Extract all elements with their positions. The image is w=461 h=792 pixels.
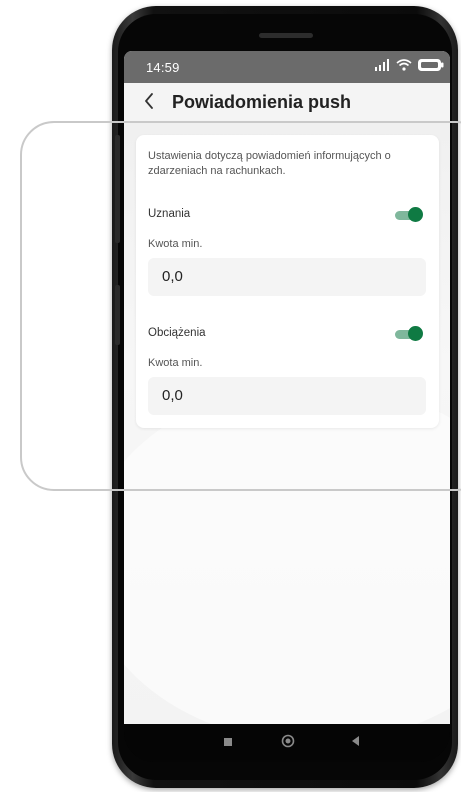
speaker-grille — [259, 33, 313, 38]
toggle-thumb — [408, 207, 423, 222]
home-button[interactable] — [279, 734, 297, 752]
volume-button — [115, 135, 120, 243]
credits-min-amount-input[interactable]: 0,0 — [148, 258, 426, 296]
status-bar: 14:59 — [124, 51, 450, 83]
power-button — [115, 285, 120, 345]
background-decoration — [124, 383, 450, 724]
signal-icon — [374, 58, 390, 76]
stage: 14:59 Powiadomienia push Ustawienia doty… — [0, 0, 461, 792]
debits-min-label: Kwota min. — [148, 357, 203, 369]
credits-label: Uznania — [148, 208, 191, 220]
navigation-bar — [124, 724, 450, 762]
credits-min-label: Kwota min. — [148, 238, 203, 250]
debits-toggle[interactable] — [395, 326, 423, 341]
phone-screen: 14:59 Powiadomienia push Ustawienia doty… — [124, 51, 450, 724]
status-icons — [374, 58, 444, 76]
back-icon — [350, 734, 360, 752]
debits-min-amount-input[interactable]: 0,0 — [148, 377, 426, 415]
nav-back-button[interactable] — [346, 734, 364, 752]
settings-card: Ustawienia dotyczą powiadomień informują… — [136, 135, 439, 428]
page-title: Powiadomienia push — [172, 92, 352, 112]
recent-apps-button[interactable] — [219, 734, 237, 752]
recent-apps-icon — [223, 734, 233, 752]
credits-toggle[interactable] — [395, 207, 423, 222]
chevron-left-icon — [143, 92, 155, 114]
toggle-thumb — [408, 326, 423, 341]
content-area: Ustawienia dotyczą powiadomień informują… — [124, 123, 450, 724]
wifi-icon — [396, 58, 412, 76]
battery-icon — [418, 58, 444, 76]
back-button[interactable] — [138, 91, 160, 115]
settings-description: Ustawienia dotyczą powiadomień informują… — [148, 150, 391, 177]
status-time: 14:59 — [146, 60, 180, 75]
app-header: Powiadomienia push — [124, 83, 450, 123]
home-icon — [281, 734, 295, 753]
debits-label: Obciążenia — [148, 327, 206, 339]
